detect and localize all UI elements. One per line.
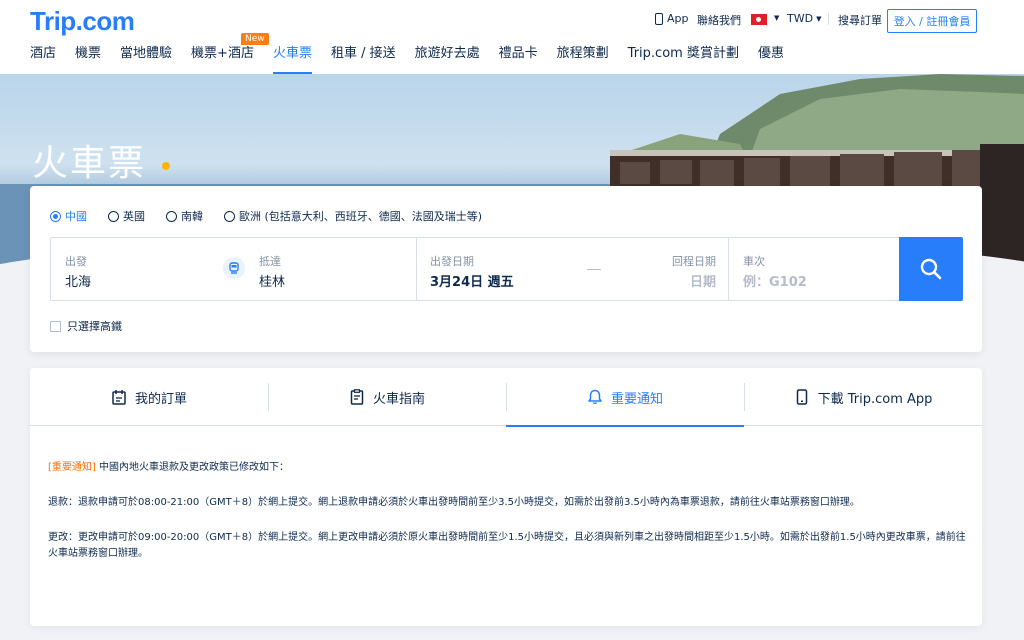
region-label: 英國: [123, 210, 145, 223]
tab-label: 火車指南: [372, 391, 425, 407]
title-accent-dot: [162, 162, 170, 170]
trip-logo[interactable]: Trip.com: [30, 6, 135, 37]
tab-label: 我的訂單: [134, 391, 187, 407]
clipboard-icon: [350, 389, 364, 405]
phone-icon: [655, 12, 663, 25]
tab-important-notice[interactable]: 重要通知: [506, 368, 744, 427]
train-swap-icon: [229, 262, 239, 274]
contact-link[interactable]: 聯絡我們: [697, 12, 741, 28]
login-label: 登入 / 註冊會員: [893, 15, 971, 28]
nav-item-hotels[interactable]: 酒店: [30, 44, 56, 74]
logo-text: Trip.com: [30, 6, 135, 36]
app-link[interactable]: App: [655, 12, 689, 25]
tab-download-app[interactable]: 下載 Trip.com App: [744, 368, 982, 426]
return-date-field[interactable]: 回程日期 日期: [611, 238, 728, 300]
region-option-china[interactable]: 中國: [50, 208, 87, 224]
from-field[interactable]: 出發 北海: [51, 238, 211, 300]
train-number-input[interactable]: 例：G102: [743, 271, 807, 290]
notice-refund-policy: 退款：退款申請可於08:00-21:00（GMT＋8）於網上提交。網上退款申請必…: [48, 497, 860, 508]
nav-item-trains[interactable]: 火車票: [272, 44, 312, 74]
search-button[interactable]: [899, 237, 963, 301]
nav-item-car-rental[interactable]: 租車 / 接送: [331, 44, 396, 74]
nav-item-rewards[interactable]: Trip.com 獎賞計劃: [628, 44, 739, 74]
tab-divider: [506, 383, 507, 411]
header-divider: [828, 13, 829, 25]
depart-label: 出發日期: [430, 255, 474, 268]
site-header: Trip.com App 聯絡我們 ▼ TWD ▼ 搜尋訂單 登入 / 註冊會員 …: [0, 0, 1024, 74]
contact-label: 聯絡我們: [697, 14, 741, 27]
radio-icon: [224, 210, 235, 222]
nav-item-trip-planner[interactable]: 旅程策劃: [557, 44, 609, 74]
calendar-icon: [112, 390, 126, 405]
search-icon: [920, 258, 942, 280]
region-option-uk[interactable]: 英國: [108, 208, 145, 224]
region-label: 歐洲 (包括意大利、西班牙、德國、法國及瑞士等): [239, 210, 483, 223]
from-label: 出發: [65, 255, 87, 268]
hong-kong-flag-icon[interactable]: [751, 14, 767, 25]
nav-item-gift-cards[interactable]: 禮品卡: [499, 44, 538, 74]
nav-item-experiences[interactable]: 當地體驗: [120, 44, 172, 74]
depart-date-field[interactable]: 出發日期 3月24日 週五: [417, 238, 577, 300]
new-badge: New: [241, 33, 269, 45]
tab-divider: [268, 383, 269, 411]
notice-tag: [重要通知]: [48, 462, 96, 473]
train-label: 車次: [743, 255, 765, 268]
to-value: 桂林: [259, 275, 286, 290]
language-caret-icon[interactable]: ▼: [771, 14, 779, 22]
depart-value: 3月24日 週五: [430, 275, 514, 290]
train-number-field[interactable]: 車次 例：G102: [729, 238, 899, 300]
orders-label: 搜尋訂單: [838, 14, 882, 27]
currency-selector[interactable]: TWD ▼: [787, 12, 821, 25]
tab-divider: [744, 383, 745, 411]
info-card: 我的訂單 火車指南 重要通知 下載 Trip.com App [重要通知] 中國…: [30, 368, 982, 626]
notice-change-policy: 更改：更改申請可於09:00-20:00（GMT＋8）於網上提交。網上更改申請必…: [48, 532, 966, 559]
date-range-dash: [587, 269, 601, 270]
region-option-korea[interactable]: 南韓: [166, 208, 203, 224]
high-speed-only-checkbox[interactable]: 只選擇高鐵: [50, 318, 122, 334]
tab-label: 重要通知: [610, 391, 663, 407]
from-value: 北海: [65, 275, 92, 290]
mobile-phone-icon: [796, 389, 807, 405]
radio-icon: [50, 210, 61, 222]
page-title: 火車票: [32, 143, 147, 184]
nav-item-flights[interactable]: 機票: [75, 44, 101, 74]
chevron-down-icon: ▼: [816, 14, 822, 23]
search-orders-link[interactable]: 搜尋訂單: [838, 12, 882, 28]
swap-stations-button[interactable]: [223, 257, 245, 279]
login-register-button[interactable]: 登入 / 註冊會員: [887, 9, 977, 33]
checkbox-icon: [50, 320, 61, 332]
region-selector: 中國 英國 南韓 歐洲 (包括意大利、西班牙、德國、法國及瑞士等): [50, 208, 503, 224]
tab-my-orders[interactable]: 我的訂單: [30, 368, 268, 426]
notice-intro-text: 中國內地火車退款及更改政策已修改如下：: [95, 462, 289, 473]
radio-icon: [108, 210, 119, 222]
search-fields: 出發 北海 抵達 桂林 出發日期 3月24日 週五 回程日期 日期 車次 例：G: [50, 237, 900, 301]
notice-body: [重要通知] 中國內地火車退款及更改政策已修改如下： 退款：退款申請可於08:0…: [48, 460, 968, 581]
to-label: 抵達: [259, 255, 281, 268]
notice-intro: [重要通知] 中國內地火車退款及更改政策已修改如下：: [48, 460, 968, 476]
app-label: App: [667, 12, 689, 25]
region-label: 中國: [65, 210, 87, 223]
nav-item-destinations[interactable]: 旅遊好去處: [415, 44, 480, 74]
tab-label: 下載 Trip.com App: [817, 391, 933, 407]
bell-icon: [588, 389, 602, 405]
return-label: 回程日期: [672, 255, 716, 268]
nav-item-deals[interactable]: 優惠: [758, 44, 784, 74]
radio-icon: [166, 210, 177, 222]
nav-item-flight-hotel[interactable]: 機票+酒店: [191, 44, 254, 74]
main-nav: 酒店 機票 當地體驗 機票+酒店 火車票 租車 / 接送 旅遊好去處 禮品卡 旅…: [30, 44, 803, 74]
high-speed-only-label: 只選擇高鐵: [67, 320, 122, 333]
currency-label: TWD: [787, 12, 814, 25]
train-search-card: 中國 英國 南韓 歐洲 (包括意大利、西班牙、德國、法國及瑞士等) 出發 北海 …: [30, 186, 982, 352]
return-value: 日期: [689, 275, 716, 290]
region-option-europe[interactable]: 歐洲 (包括意大利、西班牙、德國、法國及瑞士等): [224, 208, 482, 224]
info-tabs: 我的訂單 火車指南 重要通知 下載 Trip.com App: [30, 368, 982, 427]
region-label: 南韓: [181, 210, 203, 223]
tab-train-guide[interactable]: 火車指南: [268, 368, 506, 426]
to-field[interactable]: 抵達 桂林: [247, 238, 417, 300]
